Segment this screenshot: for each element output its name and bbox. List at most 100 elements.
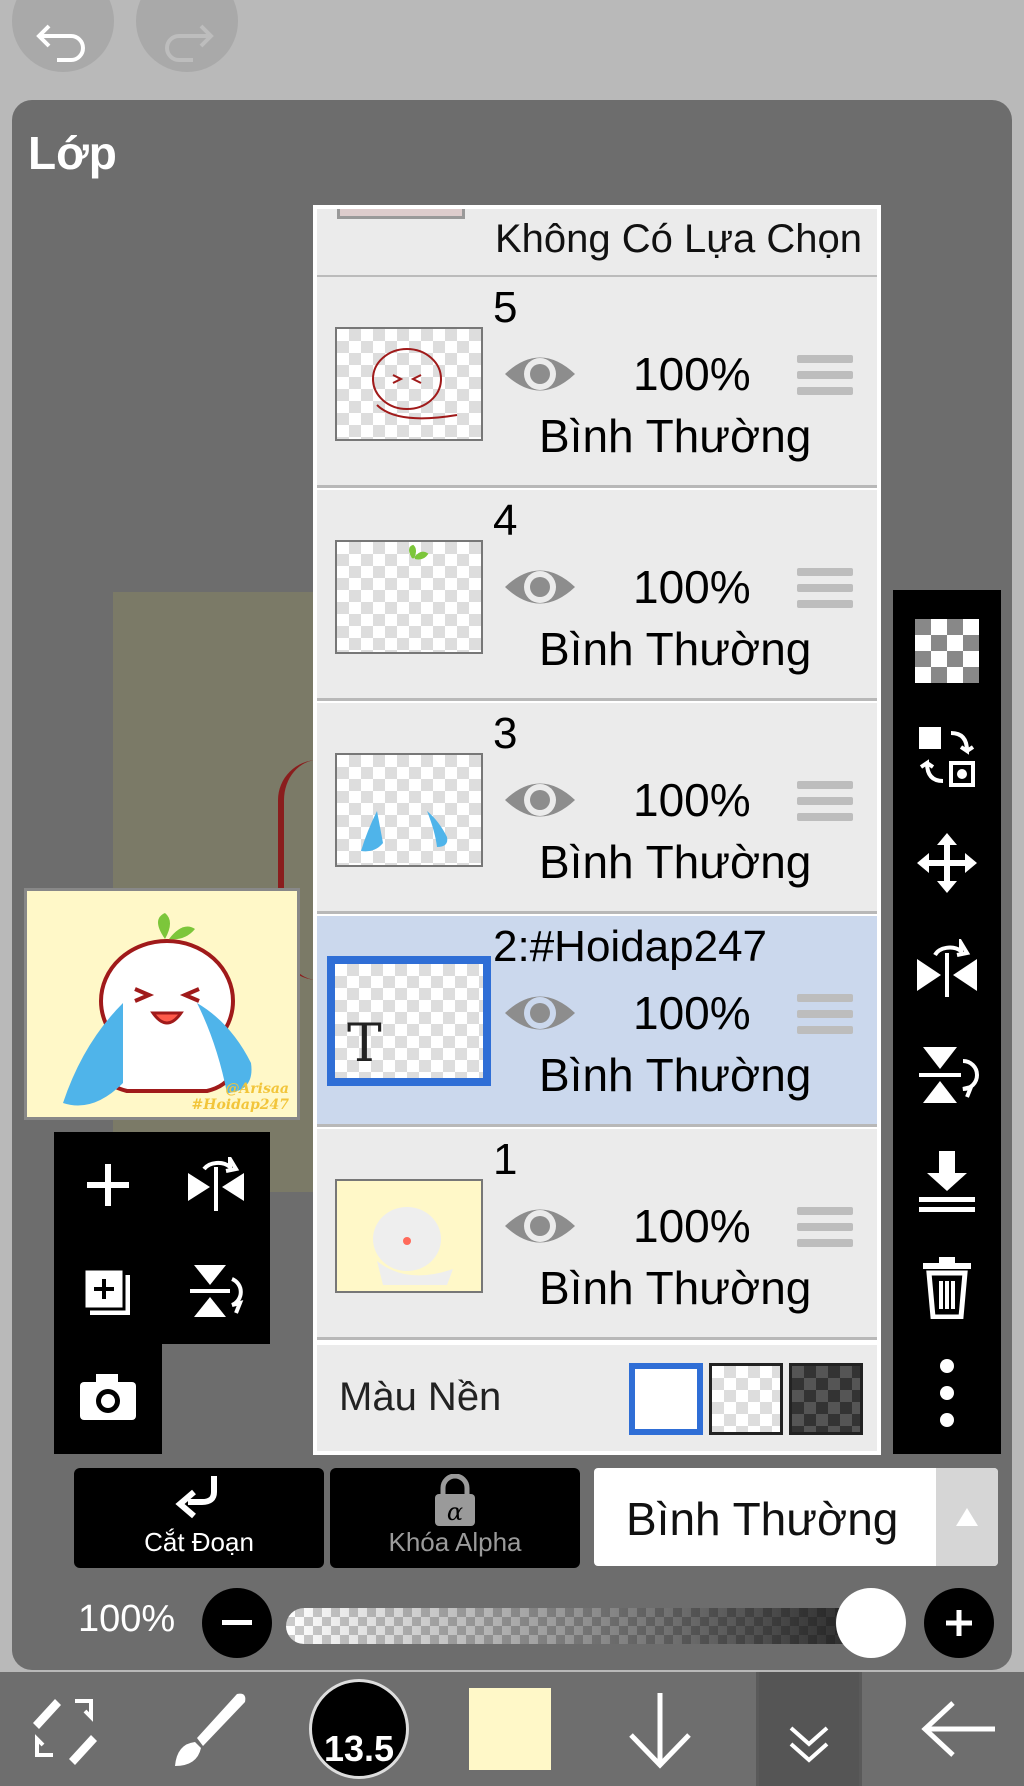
opacity-slider-knob[interactable] [836, 1588, 906, 1658]
selection-layer[interactable]: Không Có Lựa Chọn [317, 209, 877, 277]
layer-name: 3 [493, 709, 518, 758]
layer-opacity: 100% [633, 987, 751, 1039]
duplicate-layer-icon [82, 1267, 130, 1315]
flip-vertical-button[interactable] [162, 1238, 270, 1344]
selection-label: Không Có Lựa Chọn [495, 217, 863, 261]
bottom-toolbar: 13.5 [0, 1672, 1024, 1786]
layer-blend-mode: Bình Thường [539, 1049, 812, 1101]
selection-thumb [337, 209, 465, 219]
opacity-slider[interactable] [286, 1608, 906, 1644]
visibility-eye-icon[interactable] [503, 562, 577, 612]
left-toolbar [54, 1132, 270, 1344]
layer-thumbnail: T [327, 956, 491, 1086]
layer-menu-button[interactable] [759, 1672, 859, 1786]
swap-layer-button[interactable] [893, 704, 1001, 810]
alpha-lock-button[interactable]: α Khóa Alpha [330, 1468, 580, 1568]
visibility-eye-icon[interactable] [503, 988, 577, 1038]
tears-thumbnail [361, 811, 448, 852]
visibility-eye-icon[interactable] [503, 775, 577, 825]
drag-handle-icon[interactable] [797, 781, 853, 829]
flip-horizontal-layer-button[interactable] [893, 916, 1001, 1022]
lock-icon: α [435, 1473, 475, 1526]
move-button[interactable] [893, 810, 1001, 916]
opacity-decrease-button[interactable] [202, 1588, 272, 1658]
transform-tool-button[interactable] [20, 1672, 110, 1786]
transparency-button[interactable] [893, 598, 1001, 704]
watermark-line-2: #Hoidap247 [191, 1097, 290, 1113]
merge-down-button[interactable] [893, 1128, 1001, 1234]
pen-eraser-swap-icon [33, 1699, 97, 1765]
drag-handle-icon[interactable] [797, 568, 853, 616]
layer-thumbnail [335, 753, 483, 867]
background-color-row: Màu Nền [317, 1345, 877, 1451]
clipping-button[interactable]: Cắt Đoạn [74, 1468, 324, 1568]
flip-vertical-icon [919, 1047, 979, 1103]
trash-icon [923, 1257, 971, 1319]
more-options-button[interactable] [893, 1340, 1001, 1446]
layer-row[interactable]: 5 100% Bình Thường [317, 277, 877, 488]
watermark-text: @Arisaa #Hoidap247 [192, 1081, 290, 1113]
merge-down-icon [919, 1151, 975, 1212]
delete-layer-button[interactable] [893, 1234, 1001, 1340]
layer-row[interactable]: 1 100% Bình Thường [317, 1129, 877, 1340]
layer-row[interactable]: 4 100% Bình Thường [317, 490, 877, 701]
drag-handle-icon[interactable] [797, 355, 853, 403]
current-color-swatch [469, 1688, 551, 1770]
chevron-up-icon[interactable] [936, 1468, 998, 1566]
clipping-label: Cắt Đoạn [144, 1527, 254, 1557]
svg-text:α: α [447, 1498, 463, 1526]
left-toolbar-lower [54, 1344, 162, 1454]
blend-mode-value: Bình Thường [626, 1493, 899, 1545]
camera-icon [80, 1374, 136, 1420]
layer-blend-mode: Bình Thường [539, 836, 812, 888]
layer-name: 2:#Hoidap247 [493, 922, 768, 971]
clip-arrow-icon [175, 1476, 217, 1519]
brush-tool-button[interactable] [160, 1672, 260, 1786]
chevron-double-down-icon [789, 1726, 829, 1763]
layer-thumbnail [335, 540, 483, 654]
opacity-value: 100% [78, 1598, 176, 1640]
back-button[interactable] [904, 1672, 1014, 1786]
opacity-increase-button[interactable] [924, 1588, 994, 1658]
background-dark-swatch[interactable] [789, 1363, 863, 1435]
layer-blend-mode: Bình Thường [539, 623, 812, 675]
background-transparent-swatch[interactable] [709, 1363, 783, 1435]
redo-button[interactable] [136, 0, 238, 72]
layer-name: 1 [493, 1135, 518, 1184]
flip-horizontal-button[interactable] [162, 1132, 270, 1238]
add-layer-copy-button[interactable] [54, 1238, 162, 1344]
arrow-left-icon [921, 1701, 995, 1757]
blend-mode-select[interactable]: Bình Thường [594, 1468, 998, 1566]
text-layer-icon: T [347, 1014, 382, 1074]
drag-handle-icon[interactable] [797, 994, 853, 1042]
arrow-down-icon [629, 1693, 691, 1769]
base-thumbnail [373, 1207, 453, 1285]
minus-icon [222, 1620, 252, 1625]
brush-size-button[interactable]: 13.5 [304, 1672, 414, 1786]
watermark-line-1: @Arisaa [225, 1081, 289, 1097]
flip-vertical-layer-button[interactable] [893, 1022, 1001, 1128]
layer-row-selected[interactable]: 2:#Hoidap247 T 100% Bình Thường [317, 916, 877, 1127]
layer-blend-mode: Bình Thường [539, 1262, 812, 1314]
checker-icon [915, 619, 979, 683]
background-white-swatch[interactable] [629, 1363, 703, 1435]
more-vertical-icon [940, 1359, 954, 1427]
layer-thumbnail [335, 1179, 483, 1293]
layer-name: 4 [493, 496, 518, 545]
camera-button[interactable] [54, 1344, 162, 1450]
drag-handle-icon[interactable] [797, 1207, 853, 1255]
brush-icon [175, 1693, 246, 1766]
brush-size-indicator: 13.5 [309, 1679, 409, 1779]
background-color-label: Màu Nền [339, 1375, 502, 1419]
flip-vertical-icon [190, 1265, 244, 1317]
layer-row[interactable]: 3 100% Bình Thường [317, 703, 877, 914]
add-layer-button[interactable] [54, 1132, 162, 1238]
color-picker-button[interactable] [460, 1672, 560, 1786]
move-icon [917, 833, 977, 893]
sketch-thumbnail [372, 348, 458, 420]
visibility-eye-icon[interactable] [503, 1201, 577, 1251]
move-down-button[interactable] [610, 1672, 710, 1786]
visibility-eye-icon[interactable] [503, 349, 577, 399]
undo-button[interactable] [12, 0, 114, 72]
layer-name: 5 [493, 283, 518, 332]
